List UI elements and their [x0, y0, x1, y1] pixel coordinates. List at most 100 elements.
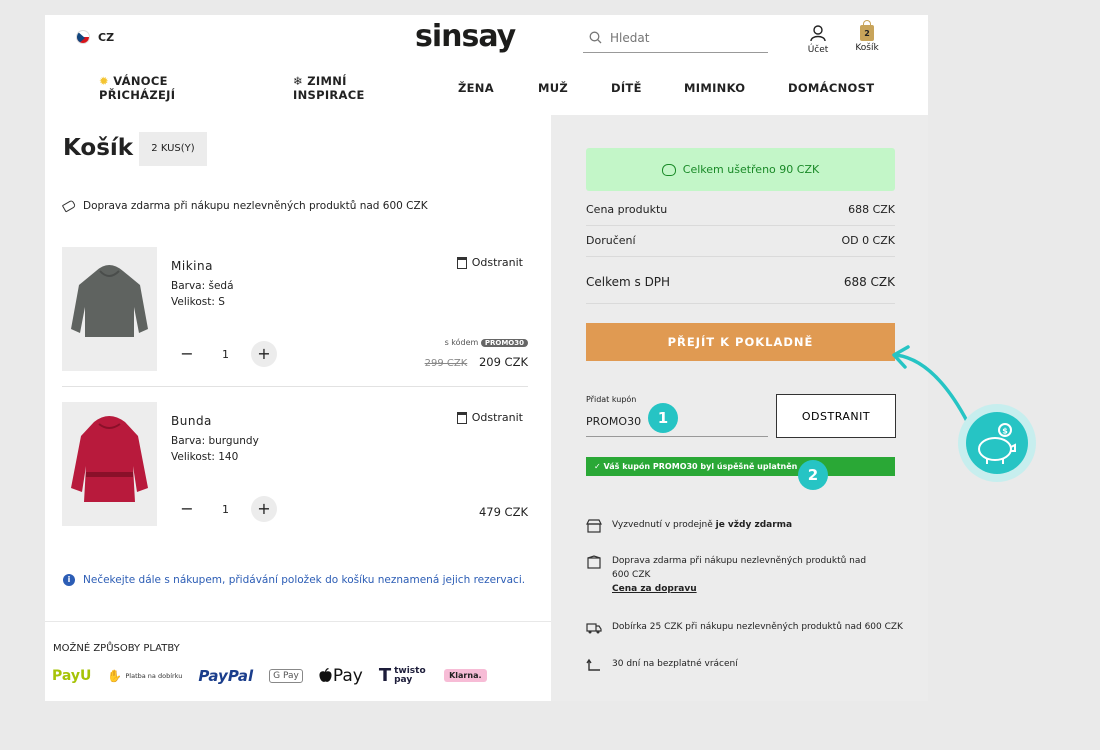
feature-pickup-text: Vyzvednutí v prodejně je vždy zdarma — [612, 518, 792, 533]
nav-home[interactable]: DOMÁCNOST — [788, 81, 874, 95]
remove-coupon-button[interactable]: ODSTRANIT — [776, 394, 896, 438]
item-name[interactable]: Bunda — [171, 414, 212, 428]
cart-count: 2 — [864, 29, 870, 38]
shipping-price-link[interactable]: Cena za dopravu — [612, 584, 697, 594]
reservation-info-text: Nečekejte dále s nákupem, přidávání polo… — [83, 574, 526, 586]
trash-icon — [456, 256, 467, 269]
cart-label: Košík — [855, 43, 879, 53]
item-count-badge: 2 KUS(Y) — [139, 132, 207, 166]
quantity-stepper: − 1 + — [174, 496, 277, 522]
nav-kids[interactable]: DÍTĚ — [611, 81, 642, 95]
cod-text: Dobírka 25 CZK při nákupu nezlevněných p… — [612, 622, 903, 632]
quantity-stepper: − 1 + — [174, 341, 277, 367]
product-image[interactable] — [62, 247, 157, 371]
feature-pickup: Vyzvednutí v prodejně je vždy zdarma — [586, 518, 792, 533]
qty-value: 1 — [222, 502, 229, 516]
account-button[interactable]: Účet — [798, 25, 838, 55]
tag-icon — [61, 199, 77, 213]
item-price: 479 CZK — [479, 505, 528, 519]
increase-qty-button[interactable]: + — [251, 496, 277, 522]
total-label: Celkem s DPH — [586, 275, 671, 289]
nav-christmas[interactable]: ✹ VÁNOCE PŘICHÁZEJÍ — [99, 74, 209, 102]
apple-pay-logo: Pay — [319, 666, 363, 686]
delivery-value: OD 0 CZK — [841, 234, 895, 247]
hoodie-image — [71, 265, 148, 337]
nav-christmas-label: VÁNOCE PŘICHÁZEJÍ — [99, 74, 176, 102]
remove-item-button[interactable]: Odstranit — [456, 411, 523, 424]
checkout-button[interactable]: PŘEJÍT K POKLADNĚ — [586, 323, 895, 361]
feature-returns: 30 dní na bezplatné vrácení — [586, 657, 738, 672]
nav-winter[interactable]: ❄ ZIMNÍ INSPIRACE — [293, 74, 393, 102]
svg-text:$: $ — [1002, 427, 1008, 436]
cash-hand-icon: ✋ — [107, 668, 123, 683]
new-price: 479 CZK — [478, 505, 528, 519]
cart-button[interactable]: 2 Košík — [851, 20, 883, 53]
remove-item-button[interactable]: Odstranit — [456, 256, 523, 269]
page: CZ sinsay Účet 2 Košík ✹ VÁNOCE PŘICHÁZE… — [45, 15, 928, 701]
item-size: Velikost: S — [171, 296, 225, 308]
total-row: Celkem s DPH 688 CZK — [586, 275, 895, 289]
package-icon — [587, 555, 601, 569]
paypal-logo: PayPal — [198, 666, 254, 685]
payment-methods: PayU ✋ Platba na dobírku PayPal G Pay Pa… — [52, 665, 487, 686]
twisto-t-icon: T — [378, 665, 392, 686]
country-selector[interactable]: CZ — [76, 30, 114, 44]
shipping-note: Doprava zdarma při nákupu nezlevněných p… — [61, 199, 428, 213]
nav-women[interactable]: ŽENA — [458, 81, 494, 95]
sinsay-logo[interactable]: sinsay — [415, 19, 516, 54]
piggy-bank-circle: $ — [966, 412, 1028, 474]
old-price: 299 CZK — [424, 358, 468, 369]
delivery-row: Doručení OD 0 CZK — [586, 234, 895, 247]
country-code: CZ — [98, 30, 115, 44]
truck-icon — [586, 623, 602, 634]
returns-text: 30 dní na bezplatné vrácení — [612, 659, 738, 669]
product-image[interactable] — [62, 402, 157, 526]
reservation-info: i Nečekejte dále s nákupem, přidávání po… — [63, 574, 525, 586]
increase-qty-button[interactable]: + — [251, 341, 277, 367]
summary-divider — [586, 225, 895, 226]
cod-logo: ✋ Platba na dobírku — [107, 669, 182, 683]
pickup-text: Vyzvednutí v prodejně — [612, 520, 716, 530]
promo-code-tag: s kódem PROMO30 — [445, 338, 528, 347]
decrease-qty-button[interactable]: − — [174, 496, 200, 522]
apple-pay-label: Pay — [332, 665, 363, 686]
page-title: Košík — [63, 135, 134, 161]
summary-divider — [586, 303, 895, 304]
item-name[interactable]: Mikina — [171, 259, 213, 273]
search-icon — [589, 31, 602, 44]
order-summary: Celkem ušetřeno 90 CZK Cena produktu 688… — [551, 115, 928, 701]
free-shipping-text: Doprava zdarma při nákupu nezlevněných p… — [612, 556, 867, 580]
product-price-value: 688 CZK — [848, 203, 895, 216]
coupon-success-message: ✓ Váš kupón PROMO30 byl úspěšně uplatněn — [586, 457, 895, 476]
shipping-note-text: Doprava zdarma při nákupu nezlevněných p… — [83, 200, 428, 212]
piggy-bank-badge: $ — [958, 404, 1036, 482]
nav-baby[interactable]: MIMINKO — [684, 81, 745, 95]
twisto-logo: T twisto pay — [379, 665, 428, 686]
qty-value: 1 — [222, 347, 229, 361]
search-input[interactable] — [610, 30, 750, 45]
feature-free-shipping: Doprava zdarma při nákupu nezlevněných p… — [586, 554, 876, 596]
item-color: Barva: šedá — [171, 280, 234, 292]
summary-divider — [586, 256, 895, 257]
cod-label: Platba na dobírku — [125, 671, 183, 680]
savings-text: Celkem ušetřeno 90 CZK — [682, 163, 820, 176]
bag-icon: 2 — [860, 20, 874, 41]
decrease-qty-button[interactable]: − — [174, 341, 200, 367]
account-label: Účet — [807, 45, 829, 55]
payment-divider — [45, 621, 551, 622]
search-box[interactable] — [583, 23, 768, 53]
item-price: 299 CZK 209 CZK — [425, 355, 528, 369]
cart-item: Mikina Barva: šedá Velikost: S Odstranit… — [62, 247, 528, 371]
annotation-badge-2: 2 — [798, 460, 828, 490]
item-divider — [62, 386, 528, 387]
nav-men[interactable]: MUŽ — [538, 81, 568, 95]
item-details: Barva: burgundy Velikost: 140 — [171, 433, 259, 465]
klarna-logo: Klarna. — [444, 669, 487, 682]
annotation-badge-1: 1 — [648, 403, 678, 433]
feature-free-shipping-body: Doprava zdarma při nákupu nezlevněných p… — [612, 554, 876, 596]
promo-pill: PROMO30 — [480, 339, 528, 347]
store-icon — [586, 519, 602, 533]
apple-icon — [319, 668, 332, 682]
delivery-label: Doručení — [586, 234, 636, 247]
coupon-label: Přidat kupón — [586, 395, 637, 404]
